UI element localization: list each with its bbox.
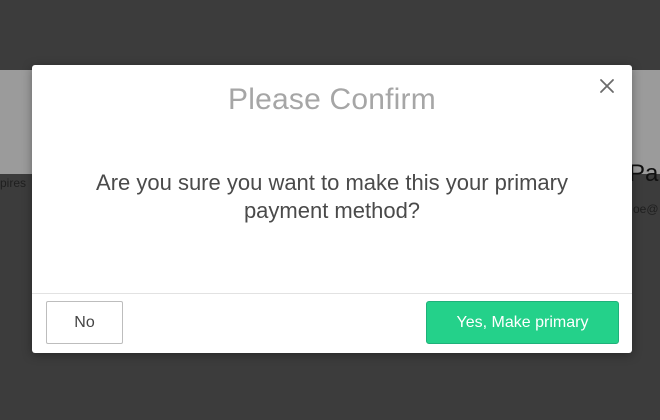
no-button[interactable]: No <box>46 301 123 344</box>
dialog-message: Are you sure you want to make this your … <box>96 170 568 223</box>
dialog-title: Please Confirm <box>228 83 436 116</box>
dialog-footer: No Yes, Make primary <box>32 293 632 353</box>
confirm-primary-button[interactable]: Yes, Make primary <box>426 301 619 344</box>
confirm-dialog: Please Confirm Are you sure you want to … <box>32 65 632 353</box>
